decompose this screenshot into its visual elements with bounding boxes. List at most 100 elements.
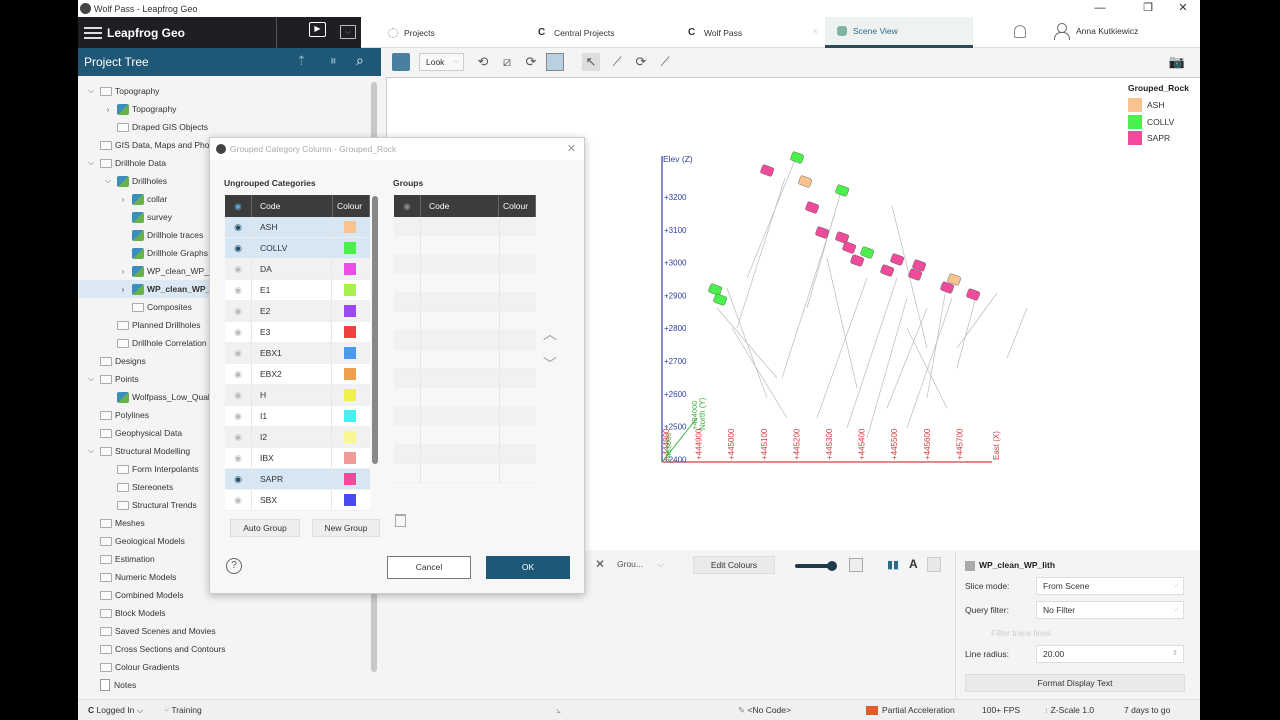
category-colour[interactable]	[332, 406, 368, 426]
ungrouped-scrollbar[interactable]	[372, 196, 378, 464]
tree-item[interactable]: Planned Drillholes	[103, 316, 201, 334]
delete-icon[interactable]	[395, 514, 406, 527]
move-up-icon[interactable]: ⇡	[296, 53, 307, 69]
auto-group-button[interactable]: Auto Group	[230, 519, 300, 537]
filter-trace-lines-checkbox[interactable]: Filter trace lines	[991, 628, 1051, 638]
eye-hidden-icon[interactable]: ◉	[225, 385, 252, 405]
eye-hidden-icon[interactable]: ◉	[225, 301, 252, 321]
category-colour[interactable]	[332, 238, 368, 258]
tree-item[interactable]: Cross Sections and Contours	[86, 640, 226, 658]
slice-toggle-icon[interactable]	[849, 558, 863, 572]
category-colour[interactable]	[332, 490, 368, 510]
tree-item[interactable]: › collar	[118, 190, 167, 208]
chevron-down-icon[interactable]: ⌵	[86, 446, 96, 456]
search-icon[interactable]: ⌕	[356, 52, 364, 69]
code-indicator[interactable]: ✎ <No Code>	[738, 705, 791, 716]
user-menu[interactable]: Anna Kutkiewicz	[1054, 23, 1138, 40]
category-colour[interactable]	[332, 343, 368, 363]
new-group-button[interactable]: New Group	[312, 519, 380, 537]
tree-item[interactable]: ⌵ Drillhole Data	[86, 154, 166, 172]
category-row[interactable]: ◉ H	[225, 385, 370, 406]
branch-indicator[interactable]: ⑂ Training	[164, 705, 202, 715]
tab-dropdown-button[interactable]: ⌵	[340, 25, 356, 39]
logged-in-menu[interactable]: C Logged In ⌵	[88, 705, 143, 716]
tree-item[interactable]: ⌵ Topography	[86, 82, 159, 100]
category-row[interactable]: ◉ ASH	[225, 217, 370, 238]
tree-item[interactable]: Designs	[86, 352, 146, 370]
column-select[interactable]: Grou... ⌵	[617, 559, 664, 570]
chevron-down-icon[interactable]: ⌵	[103, 176, 113, 186]
tree-item[interactable]: Notes	[86, 676, 136, 694]
close-window-button[interactable]: ✕	[1166, 0, 1200, 17]
tree-item[interactable]: Colour Gradients	[86, 658, 179, 676]
eye-icon[interactable]: ◉	[225, 217, 252, 237]
close-tab-icon[interactable]: ×	[813, 27, 818, 36]
chevron-down-icon[interactable]: ⌵	[86, 86, 96, 96]
category-row[interactable]: ◉ DA	[225, 259, 370, 280]
tree-item[interactable]: Geological Models	[86, 532, 185, 550]
tree-item[interactable]: Numeric Models	[86, 568, 176, 586]
category-row[interactable]: ◉ SAPR	[225, 469, 370, 490]
tree-item[interactable]: Draped GIS Objects	[103, 118, 208, 136]
category-row[interactable]: ◉ E3	[225, 322, 370, 343]
category-colour[interactable]	[332, 217, 368, 237]
dialog-close-button[interactable]: ✕	[567, 142, 576, 155]
colour-header[interactable]: Colour	[499, 195, 536, 217]
eye-hidden-icon[interactable]: ◉	[225, 406, 252, 426]
play-icon[interactable]: ▶	[309, 22, 326, 37]
move-plane-icon[interactable]: ⟳	[632, 53, 650, 71]
edit-colours-button[interactable]: Edit Colours	[693, 556, 775, 574]
ruler-icon[interactable]: ⟋	[656, 53, 674, 71]
move-down-button[interactable]: ﹀	[543, 354, 557, 374]
legend-toggle-icon[interactable]	[927, 557, 941, 572]
tree-item[interactable]: Structural Trends	[103, 496, 197, 514]
chevron-right-icon[interactable]: ›	[118, 195, 128, 204]
minimize-button[interactable]: —	[1083, 0, 1117, 17]
tree-item[interactable]: Block Models	[86, 604, 166, 622]
tree-item[interactable]: Saved Scenes and Movies	[86, 622, 216, 640]
menu-icon[interactable]	[84, 24, 102, 42]
chevron-down-icon[interactable]: ⌵	[86, 374, 96, 384]
category-colour[interactable]	[332, 469, 368, 489]
category-row[interactable]: ◉ COLLV	[225, 238, 370, 259]
category-colour[interactable]	[332, 427, 368, 447]
pause-icon[interactable]: ⏸	[330, 53, 337, 69]
look-dropdown[interactable]: Look ⌵	[419, 53, 464, 71]
tree-item[interactable]: Meshes	[86, 514, 145, 532]
tree-item[interactable]: Polylines	[86, 406, 149, 424]
restore-button[interactable]: ❐	[1131, 0, 1165, 17]
code-header[interactable]: Code	[421, 195, 499, 217]
category-colour[interactable]	[332, 280, 368, 300]
category-row[interactable]: ◉ EBX1	[225, 343, 370, 364]
eye-hidden-icon[interactable]: ◉	[225, 490, 252, 510]
tree-item[interactable]: Stereonets	[103, 478, 173, 496]
screen-icon[interactable]	[392, 53, 410, 71]
code-header[interactable]: Code	[252, 195, 333, 217]
tree-item[interactable]: ⌵ Structural Modelling	[86, 442, 190, 460]
tree-item[interactable]: Combined Models	[86, 586, 184, 604]
tab-scene-view[interactable]: Scene View	[825, 17, 973, 48]
eye-hidden-icon[interactable]: ◉	[225, 364, 252, 384]
tree-item[interactable]: survey	[118, 208, 172, 226]
draw-plane-icon[interactable]: ⟋	[608, 53, 626, 71]
line-radius-input[interactable]: 20.00 ⇕	[1036, 645, 1184, 663]
tree-item[interactable]: › Topography	[103, 100, 176, 118]
tab-central-projects[interactable]: C Central Projects	[538, 17, 614, 48]
zscale-indicator[interactable]: ↕ Z-Scale 1.0	[1044, 705, 1094, 715]
category-colour[interactable]	[332, 322, 368, 342]
category-colour[interactable]	[332, 259, 368, 279]
tree-item[interactable]: GIS Data, Maps and Photos	[86, 136, 221, 154]
category-colour[interactable]	[332, 301, 368, 321]
eye-icon[interactable]: ◉	[225, 469, 252, 489]
category-row[interactable]: ◉ E1	[225, 280, 370, 301]
eye-hidden-icon[interactable]: ◉	[225, 280, 252, 300]
close-icon[interactable]: ✕	[595, 557, 605, 571]
tree-item[interactable]: Composites	[118, 298, 192, 316]
slicer-panel-icon[interactable]	[546, 53, 564, 71]
cancel-button[interactable]: Cancel	[387, 556, 471, 579]
axes-icon[interactable]: ⦣	[556, 705, 561, 716]
tab-projects[interactable]: Projects	[388, 17, 435, 48]
chevron-right-icon[interactable]: ›	[118, 285, 128, 294]
tree-item[interactable]: Wolfpass_Low_Quality	[103, 388, 218, 406]
slice-mode-select[interactable]: From Scene ⌵	[1036, 577, 1184, 595]
